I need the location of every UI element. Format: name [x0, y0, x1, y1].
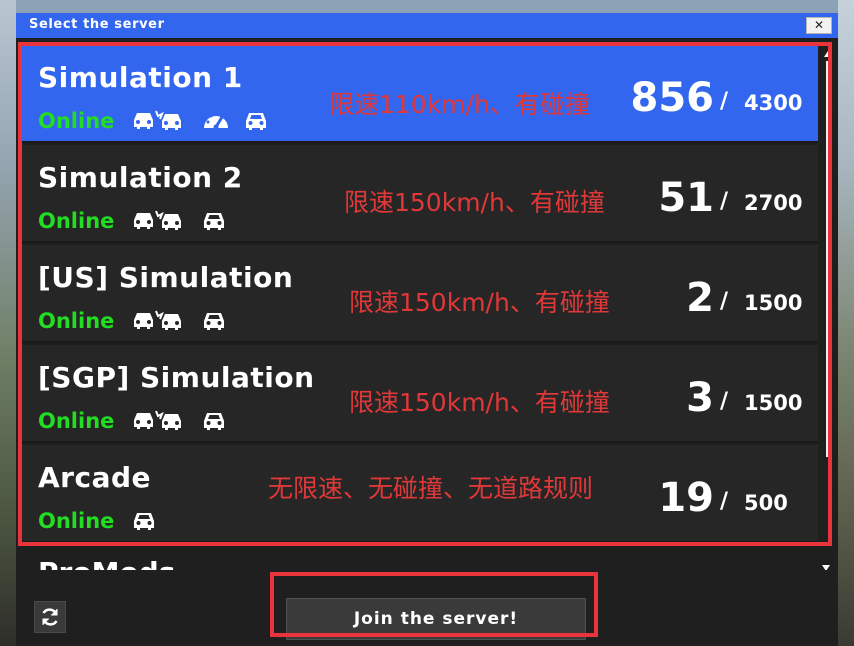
player-count: 19	[658, 475, 714, 521]
car-collision-icon	[134, 210, 181, 230]
player-count: 3	[686, 375, 714, 421]
window-title: Select the server	[29, 17, 165, 32]
speed-limit-icon	[204, 112, 228, 130]
server-status: Online	[38, 409, 115, 433]
count-separator: /	[720, 89, 729, 114]
max-players: 1500	[744, 391, 803, 415]
server-name: Arcade	[38, 461, 152, 494]
server-feature-icons	[132, 408, 240, 432]
server-status: Online	[38, 109, 115, 133]
server-annotation: 无限速、无碰撞、无道路规则	[268, 474, 594, 503]
count-separator: /	[720, 189, 729, 214]
server-name: [US] Simulation	[38, 261, 294, 294]
server-name: Simulation 2	[38, 161, 243, 194]
max-players: 4300	[744, 91, 803, 115]
server-annotation: 限速150km/h、有碰撞	[349, 388, 610, 417]
count-separator: /	[720, 289, 729, 314]
server-annotation: 限速150km/h、有碰撞	[349, 288, 610, 317]
server-name: [SGP] Simulation	[38, 361, 315, 394]
server-annotation: 限速150km/h、有碰撞	[344, 188, 605, 217]
server-feature-icons	[132, 208, 240, 232]
refresh-icon	[42, 608, 58, 626]
server-row[interactable]: Simulation 1 Online 限速110km/h、有碰撞 856 / …	[22, 45, 818, 143]
car-collision-icon	[134, 410, 181, 430]
server-row[interactable]: Simulation 2 Online 限速150km/h、有碰撞 51 / 2…	[22, 145, 818, 243]
server-list: Simulation 1 Online 限速110km/h、有碰撞 856 / …	[16, 41, 821, 543]
background-scenery-left	[0, 0, 16, 646]
max-players: 500	[744, 491, 788, 515]
car-collision-icon	[134, 110, 181, 130]
refresh-button[interactable]	[34, 601, 66, 633]
background-scenery-right	[838, 0, 854, 646]
close-button[interactable]: ✕	[806, 17, 832, 34]
max-players: 1500	[744, 291, 803, 315]
scrollbar[interactable]	[822, 51, 834, 541]
max-players: 2700	[744, 191, 803, 215]
car-icon	[134, 513, 154, 530]
car-collision-icon	[134, 310, 181, 330]
join-server-button[interactable]: Join the server!	[286, 598, 586, 640]
car-icon	[204, 313, 224, 330]
car-icon	[204, 213, 224, 230]
server-name: ProMods	[38, 556, 175, 570]
count-separator: /	[720, 389, 729, 414]
server-status: Online	[38, 309, 115, 333]
player-count: 2	[686, 275, 714, 321]
server-row[interactable]: [US] Simulation Online 限速150km/h、有碰撞 2 /…	[22, 245, 818, 343]
server-name: Simulation 1	[38, 61, 243, 94]
server-select-window: Select the server ✕ Simulation 1 Online	[16, 13, 838, 646]
title-bar: Select the server ✕	[16, 13, 838, 38]
count-separator: /	[720, 489, 729, 514]
server-row-partial[interactable]: ProMods	[22, 544, 818, 570]
server-feature-icons	[132, 108, 282, 132]
server-row[interactable]: [SGP] Simulation Online 限速150km/h、有碰撞 3	[22, 345, 818, 443]
server-feature-icons	[132, 508, 174, 532]
server-row[interactable]: Arcade Online 无限速、无碰撞、无道路规则 19 / 500	[22, 445, 818, 543]
server-feature-icons	[132, 308, 240, 332]
car-icon	[246, 113, 266, 130]
footer-bar: Join the server!	[16, 570, 838, 646]
server-annotation: 限速110km/h、有碰撞	[329, 90, 590, 119]
server-status: Online	[38, 509, 115, 533]
player-count: 51	[658, 175, 714, 221]
scroll-thumb[interactable]	[826, 61, 830, 457]
scroll-up-arrow-icon[interactable]	[824, 51, 832, 57]
car-icon	[204, 413, 224, 430]
server-status: Online	[38, 209, 115, 233]
player-count: 856	[630, 75, 715, 121]
